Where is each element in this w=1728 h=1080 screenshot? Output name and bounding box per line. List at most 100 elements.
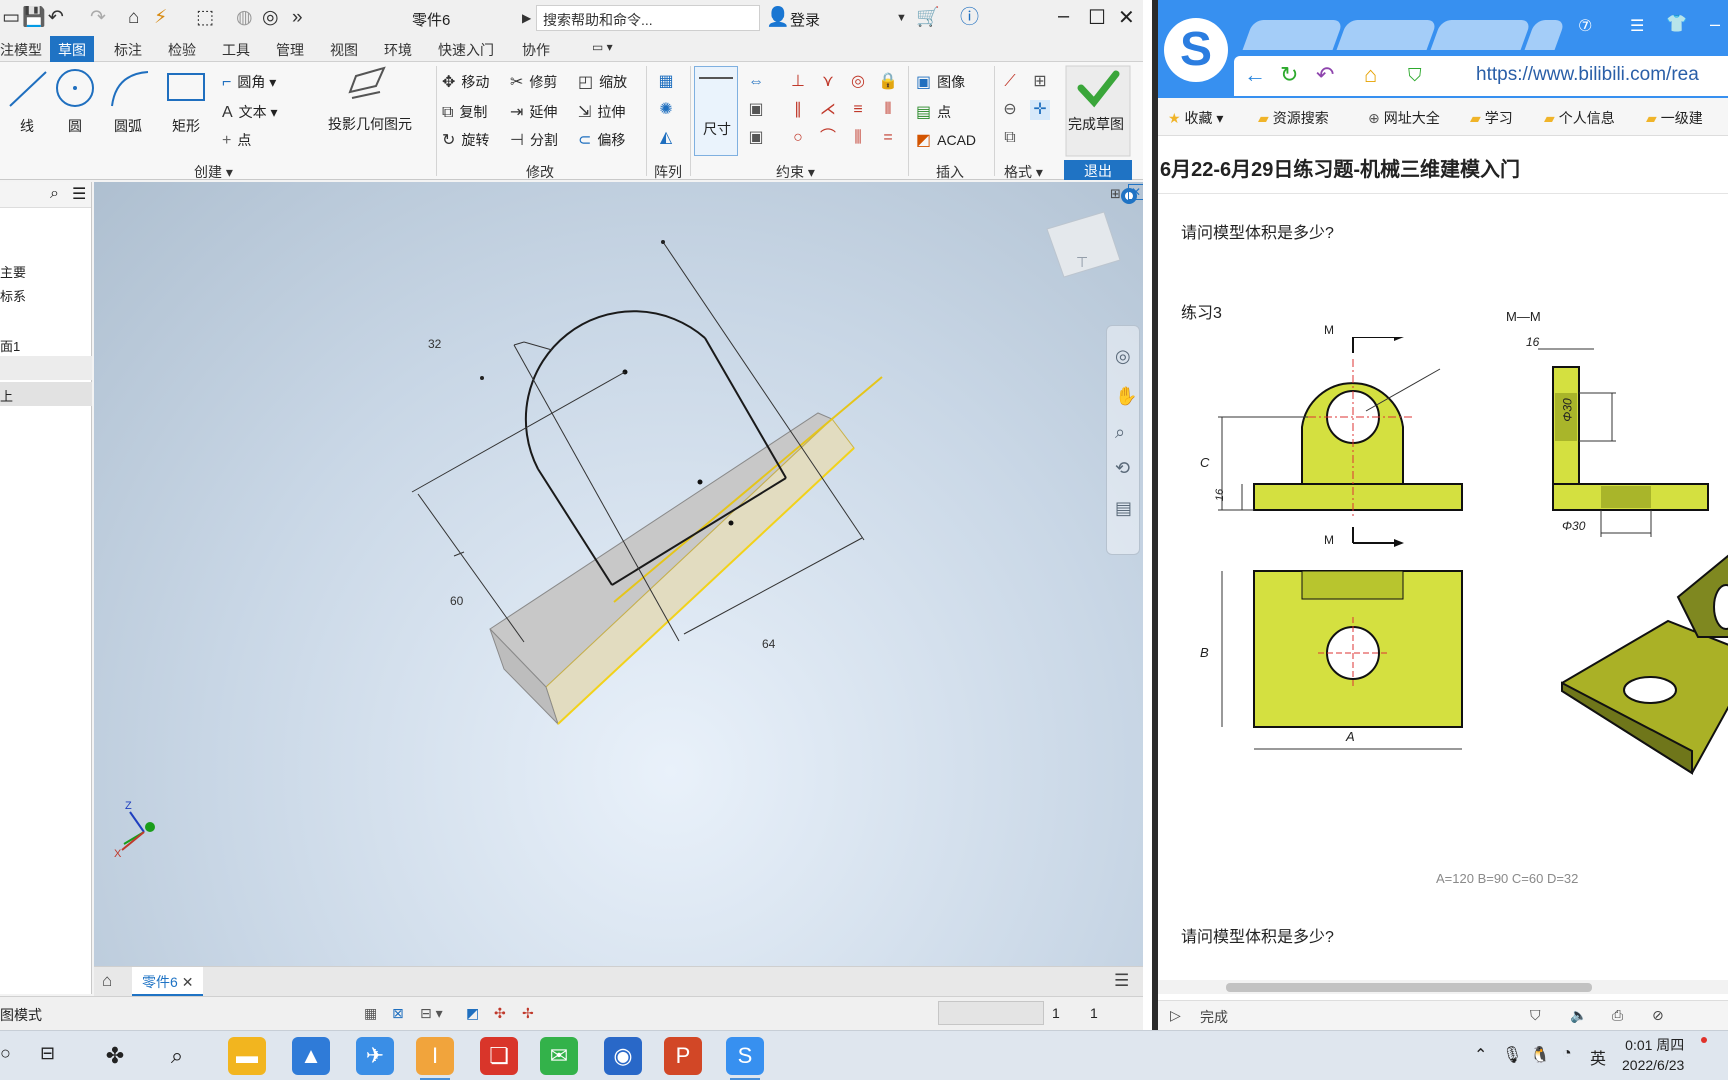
circular-pattern-icon[interactable]: ✺ — [656, 100, 676, 120]
bookmark-item[interactable]: ▰ 学习 — [1470, 108, 1513, 128]
browser-item[interactable]: 上 — [0, 386, 13, 405]
insert-group-label[interactable]: 插入 — [936, 162, 964, 182]
scrollbar-thumb[interactable] — [1226, 983, 1592, 992]
tab-menu-icon[interactable]: ☰ — [1114, 971, 1129, 991]
home-tab-icon[interactable]: ⌂ — [102, 971, 112, 991]
save-icon[interactable]: 💾 — [22, 8, 46, 28]
search-icon[interactable]: ○ — [0, 1043, 11, 1064]
url-field[interactable]: https://www.bilibili.com/rea — [1476, 64, 1699, 86]
minimize-icon[interactable]: – — [1710, 14, 1720, 35]
browser-item[interactable]: 主要 — [0, 262, 26, 281]
pattern-group-label[interactable]: 阵列 — [654, 162, 682, 182]
media-player-icon[interactable]: ◉ — [604, 1037, 642, 1075]
slice-icon[interactable]: ◩ — [466, 1005, 479, 1022]
center-point-icon[interactable]: ⊖ — [1000, 100, 1020, 120]
appearance-icon[interactable]: ◎ — [262, 8, 279, 28]
arc-tool[interactable]: 圆弧 — [114, 116, 142, 136]
refresh-icon[interactable]: ↻ — [1280, 62, 1298, 88]
undo-close-icon[interactable]: ↶ — [1316, 62, 1334, 88]
point-tool[interactable]: + 点 — [222, 130, 251, 150]
shield-icon[interactable]: ⛉ — [1530, 1007, 1541, 1024]
microphone-icon[interactable]: 🎙 — [1502, 1045, 1522, 1065]
file-explorer-icon[interactable]: ▬ — [228, 1037, 266, 1075]
insert-acad-tool[interactable]: ◩ ACAD — [916, 130, 976, 150]
browser-row-selected[interactable] — [0, 382, 92, 406]
insert-points-tool[interactable]: ▤ 点 — [916, 102, 951, 122]
close-viewport-icon[interactable]: ✕ — [1128, 184, 1143, 200]
ribbon-display-icon[interactable]: ▭ ▾ — [592, 40, 613, 54]
scale-tool[interactable]: ◰ 缩放 — [578, 72, 627, 92]
back-icon[interactable]: ← — [1244, 62, 1266, 88]
bookmark-item[interactable]: ▰ 个人信息 — [1544, 108, 1615, 128]
system-clock[interactable]: 0:01 周四 2022/6/23 — [1622, 1035, 1684, 1075]
skin-icon[interactable]: 👕 — [1666, 14, 1687, 34]
more-icon[interactable]: » — [292, 8, 303, 28]
minimize-icon[interactable]: – — [1058, 5, 1069, 28]
extend-tool[interactable]: ⇥ 延伸 — [510, 102, 557, 122]
dimension-label[interactable]: 60 — [450, 594, 463, 608]
tab-manage[interactable]: 管理 — [276, 40, 304, 60]
material-icon[interactable]: ◍ — [236, 8, 253, 28]
dimension-button[interactable]: 尺寸 — [694, 66, 738, 156]
qq-icon[interactable]: 🐧 — [1530, 1045, 1550, 1065]
tab-sketch[interactable]: 草图 — [50, 36, 94, 62]
constraint-settings-icon[interactable]: ▣ — [746, 128, 766, 148]
tab-annotate[interactable]: 标注 — [114, 40, 142, 60]
new-tab-button[interactable] — [1524, 20, 1566, 50]
select-icon[interactable]: ⬚ — [196, 8, 214, 28]
menu-icon[interactable]: ☰ — [1630, 16, 1644, 36]
sogou-browser-icon[interactable]: S — [726, 1037, 764, 1080]
browser-item[interactable]: 面1 — [0, 336, 20, 355]
print-icon[interactable]: ⎙ — [1612, 1007, 1623, 1024]
inventor-icon[interactable]: I — [416, 1037, 454, 1080]
dimension-label[interactable]: 32 — [428, 337, 441, 351]
photos-icon[interactable]: ▲ — [292, 1037, 330, 1075]
move-tool[interactable]: ✥ 移动 — [442, 72, 489, 92]
undo-icon[interactable]: ↶ — [48, 8, 64, 28]
centerline-icon[interactable]: ⊞ — [1030, 72, 1050, 92]
circle-tool[interactable]: 圆 — [68, 116, 82, 136]
help-search-input[interactable]: 搜索帮助和命令... — [536, 5, 760, 31]
stretch-tool[interactable]: ⇲ 拉伸 — [578, 102, 625, 122]
browser-tab[interactable] — [1430, 20, 1532, 50]
home-icon[interactable]: ⌂ — [128, 8, 139, 28]
rotate-tool[interactable]: ↻ 旋转 — [442, 130, 489, 150]
rectangular-pattern-icon[interactable]: ▦ — [656, 72, 676, 92]
search-icon[interactable]: ⌕ — [50, 185, 59, 203]
create-group-label[interactable]: 创建 ▾ — [194, 162, 233, 182]
exit-group-label[interactable]: 退出 — [1064, 160, 1132, 180]
construction-icon[interactable]: ⟋ — [1000, 72, 1020, 92]
modify-group-label[interactable]: 修改 — [526, 162, 554, 182]
fix-icon[interactable]: 🔒 — [878, 72, 898, 92]
constraint-display-icon[interactable]: ⊟ ▾ — [420, 1005, 443, 1022]
tangent-icon[interactable]: ○ — [788, 128, 808, 148]
insert-image-tool[interactable]: ▣ 图像 — [916, 72, 965, 92]
login-dropdown-icon[interactable]: ▼ — [896, 8, 907, 28]
viewcube-icon[interactable]: ⊤ — [1076, 254, 1088, 271]
bookmark-item[interactable]: ▰ 资源搜索 — [1258, 108, 1329, 128]
collinear-icon[interactable]: ⋌ — [818, 100, 838, 120]
browser-tab[interactable] — [1242, 20, 1344, 50]
login-link[interactable]: 登录 — [790, 9, 820, 30]
tab-tools[interactable]: 工具 — [222, 40, 250, 60]
coincident-icon[interactable]: ⋎ — [818, 72, 838, 92]
zoom-icon[interactable]: ⌕ — [1115, 422, 1125, 443]
symmetric-icon[interactable]: ⫼ — [848, 128, 868, 148]
wifi-icon[interactable]: ◔ — [1562, 1045, 1572, 1063]
split-tool[interactable]: ⊣ 分割 — [510, 130, 558, 150]
fillet-tool[interactable]: ⌐ 圆角 ▾ — [222, 72, 276, 92]
redo-icon[interactable]: ↷ — [90, 8, 106, 28]
text-tool[interactable]: A 文本 ▾ — [222, 102, 278, 122]
constrain-group-label[interactable]: 约束 ▾ — [776, 162, 815, 182]
parallel-icon[interactable]: ∥ — [788, 100, 808, 120]
dimension-label[interactable]: 64 — [762, 637, 775, 651]
tab-view[interactable]: 视图 — [330, 40, 358, 60]
wechat-icon[interactable]: ✉ — [540, 1037, 578, 1075]
tab-count-icon[interactable]: ⑦ — [1578, 16, 1592, 36]
format-group-label[interactable]: 格式 ▾ — [1004, 162, 1043, 182]
orbit-icon[interactable]: ⟲ — [1115, 458, 1130, 479]
sketch-canvas[interactable] — [94, 182, 1143, 968]
tab-get-started[interactable]: 快速入门 — [438, 40, 494, 60]
horizontal-icon[interactable]: ≡ — [848, 100, 868, 120]
input-method-indicator[interactable]: 英 — [1590, 1045, 1606, 1069]
